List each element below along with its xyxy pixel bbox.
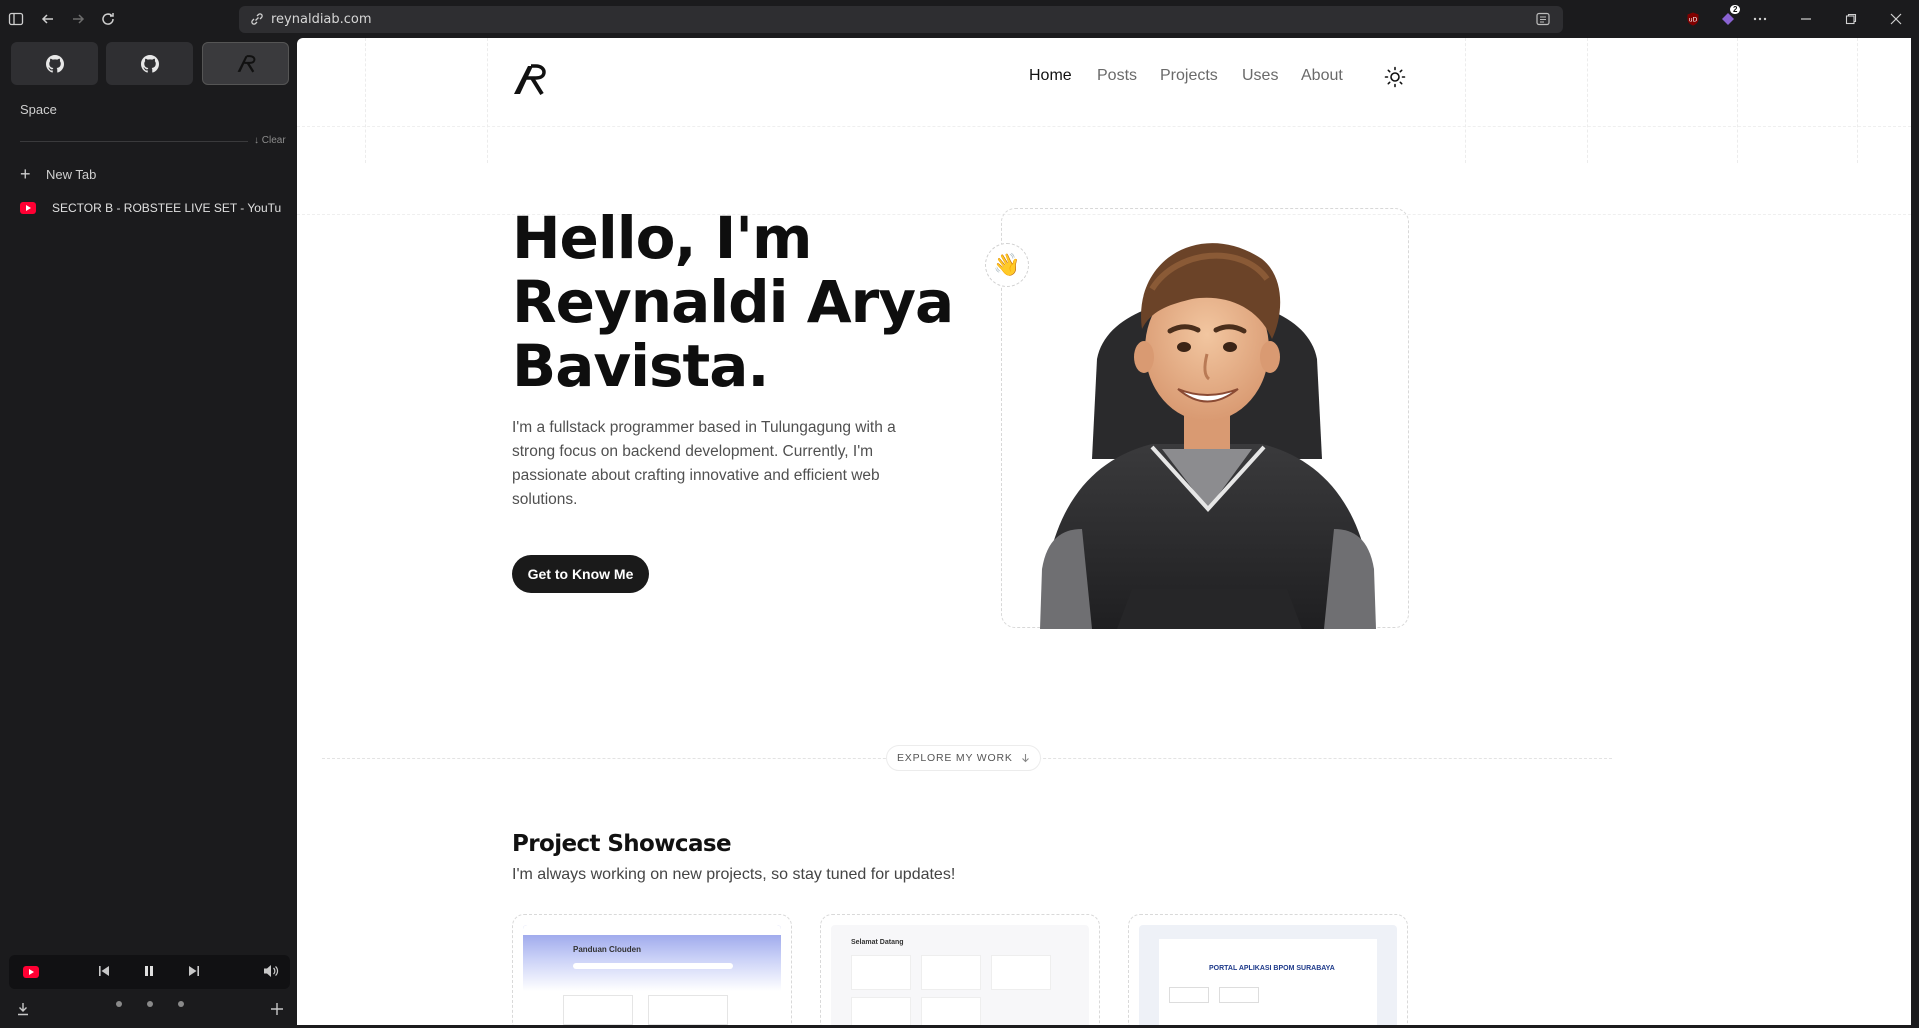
volume-icon[interactable] — [263, 964, 279, 978]
grid-line — [1587, 38, 1588, 163]
previous-track-icon[interactable] — [97, 964, 111, 978]
new-tab-label: New Tab — [46, 167, 97, 182]
ublock-extension-icon[interactable]: uD — [1683, 9, 1703, 29]
space-dot-3[interactable] — [178, 1001, 184, 1007]
pinned-tab-github-2[interactable] — [106, 42, 193, 85]
tab-title: SECTOR B - ROBSTEE LIVE SET - YouTube — [52, 201, 282, 215]
project-thumbnail-title: Selamat Datang — [851, 939, 904, 946]
media-controls — [9, 955, 290, 989]
theme-toggle-sun-icon[interactable] — [1384, 66, 1406, 88]
project-card[interactable]: PORTAL APLIKASI BPOM SURABAYA — [1128, 914, 1408, 1025]
project-thumbnail: PORTAL APLIKASI BPOM SURABAYA — [1139, 925, 1397, 1025]
add-space-icon[interactable] — [270, 1002, 284, 1016]
pinned-tab-github-1[interactable] — [11, 42, 98, 85]
project-card[interactable]: Selamat Datang — [820, 914, 1100, 1025]
clear-tabs-button[interactable]: ↓ Clear — [254, 135, 286, 146]
profile-photo-frame — [1001, 208, 1409, 629]
plus-icon: + — [20, 164, 31, 184]
browser-titlebar: reynaldiab.com uD 2 — [0, 0, 1919, 38]
extension-icon[interactable]: 2 — [1718, 5, 1741, 29]
github-icon — [140, 54, 159, 73]
grid-line — [1737, 38, 1738, 163]
grid-line — [1857, 38, 1858, 163]
project-card[interactable]: Panduan Clouden — [512, 914, 792, 1025]
project-thumbnail-title: Panduan Clouden — [573, 945, 641, 954]
explore-label: EXPLORE MY WORK — [897, 752, 1013, 764]
reload-icon[interactable] — [98, 9, 118, 29]
space-dot-2[interactable] — [147, 1001, 153, 1007]
waving-hand-icon: 👋 — [985, 243, 1029, 287]
space-dot-1[interactable] — [116, 1001, 122, 1007]
grid-line — [365, 38, 366, 163]
sidebar-tab-item[interactable]: SECTOR B - ROBSTEE LIVE SET - YouTube — [20, 198, 282, 218]
nav-about[interactable]: About — [1301, 67, 1343, 85]
grid-line — [297, 126, 1911, 127]
downloads-icon[interactable] — [16, 1002, 30, 1016]
address-bar[interactable]: reynaldiab.com — [239, 6, 1563, 33]
project-thumbnail: Panduan Clouden — [523, 925, 781, 1025]
sidebar-divider — [20, 141, 248, 142]
nav-posts[interactable]: Posts — [1097, 67, 1137, 85]
github-icon — [45, 54, 64, 73]
nav-projects[interactable]: Projects — [1160, 67, 1218, 85]
hero-heading-line: Bavista. — [512, 332, 769, 400]
forward-icon[interactable] — [68, 9, 88, 29]
space-label: Space — [20, 102, 57, 117]
grid-line — [487, 38, 488, 163]
pinned-tab-reynaldiab[interactable] — [202, 42, 289, 85]
hero-heading: Hello, I'm Reynaldi Arya Bavista. — [512, 206, 972, 398]
nav-home[interactable]: Home — [1029, 67, 1072, 85]
reader-mode-icon[interactable] — [1535, 11, 1551, 27]
project-thumbnail-title: PORTAL APLIKASI BPOM SURABAYA — [1209, 965, 1335, 972]
project-showcase-heading: Project Showcase — [512, 831, 732, 857]
project-showcase-subtitle: I'm always working on new projects, so s… — [512, 866, 956, 883]
get-to-know-me-button[interactable]: Get to Know Me — [512, 555, 649, 593]
explore-my-work-button[interactable]: EXPLORE MY WORK — [886, 745, 1041, 771]
minimize-icon[interactable] — [1795, 8, 1817, 30]
web-page: Home Posts Projects Uses About Hello, I'… — [297, 38, 1911, 1025]
new-tab-button[interactable]: + New Tab — [20, 164, 96, 185]
grid-line — [1465, 38, 1466, 163]
nav-uses[interactable]: Uses — [1242, 67, 1278, 85]
project-thumbnail: Selamat Datang — [831, 925, 1089, 1025]
extension-badge: 2 — [1730, 5, 1741, 14]
more-menu-icon[interactable] — [1750, 9, 1770, 29]
url-text[interactable]: reynaldiab.com — [271, 12, 372, 27]
restore-icon[interactable] — [1840, 8, 1862, 30]
hero-description: I'm a fullstack programmer based in Tulu… — [512, 419, 896, 508]
arrow-down-icon — [1021, 754, 1029, 763]
close-window-icon[interactable] — [1885, 8, 1907, 30]
site-logo-icon — [237, 54, 255, 72]
hero-heading-line: Hello, I'm — [512, 204, 812, 272]
pause-icon[interactable] — [142, 964, 156, 978]
youtube-icon[interactable] — [23, 966, 39, 978]
youtube-icon — [20, 202, 36, 214]
next-track-icon[interactable] — [187, 964, 201, 978]
site-logo[interactable] — [512, 64, 546, 96]
profile-avatar-illustration — [1040, 243, 1376, 629]
site-info-icon[interactable] — [249, 11, 265, 27]
back-icon[interactable] — [38, 9, 58, 29]
sidebar-toggle-icon[interactable] — [6, 9, 26, 29]
hero-heading-line: Reynaldi Arya — [512, 268, 954, 336]
svg-text:uD: uD — [1689, 17, 1698, 24]
browser-sidebar: Space ↓ Clear + New Tab SECTOR B - ROBST… — [0, 38, 295, 1028]
